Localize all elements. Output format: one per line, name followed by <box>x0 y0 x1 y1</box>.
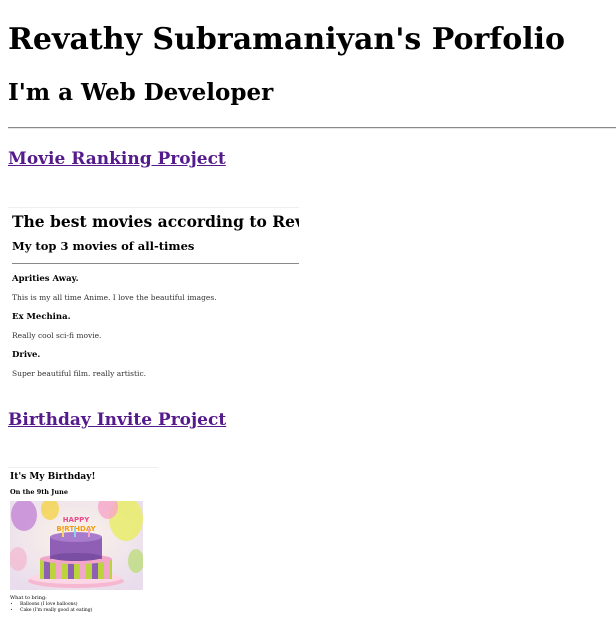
preview-heading: The best movies according to Revathy <box>12 212 299 231</box>
birthday-cake-image: HAPPY BIRTHDAY <box>10 501 143 590</box>
movie-ranking-preview-frame[interactable]: The best movies according to Revathy My … <box>8 207 299 383</box>
movie-description: Super beautiful film. really artistic. <box>12 369 147 378</box>
birthday-invite-preview-frame[interactable]: It's My Birthday! On the 9th June HAPPY … <box>8 467 158 618</box>
svg-text:HAPPY: HAPPY <box>63 516 91 524</box>
movie-ranking-project-link[interactable]: Movie Ranking Project <box>8 149 226 169</box>
movie-title: Ex Mechina. <box>12 312 71 322</box>
preview-divider <box>12 263 299 264</box>
horizontal-rule <box>8 127 616 129</box>
preview-subheading: My top 3 movies of all-times <box>12 239 195 253</box>
movie-description: Really cool sci-fi movie. <box>12 331 102 340</box>
movie-title: Drive. <box>12 350 41 360</box>
page-title: Revathy Subramaniyan's Porfolio <box>8 22 566 57</box>
list-item: Cake (I'm really good at eating) <box>20 608 92 614</box>
preview-heading: It's My Birthday! <box>10 472 96 482</box>
bring-list: Balloons (I love balloons) Cake (I'm rea… <box>10 602 92 614</box>
movie-title: Aprities Away. <box>12 274 79 284</box>
page-subtitle: I'm a Web Developer <box>8 79 274 106</box>
preview-subheading: On the 9th June <box>10 488 68 496</box>
birthday-invite-project-link[interactable]: Birthday Invite Project <box>8 410 226 430</box>
movie-description: This is my all time Anime. I love the be… <box>12 293 217 302</box>
bring-label: What to bring: <box>10 595 47 601</box>
